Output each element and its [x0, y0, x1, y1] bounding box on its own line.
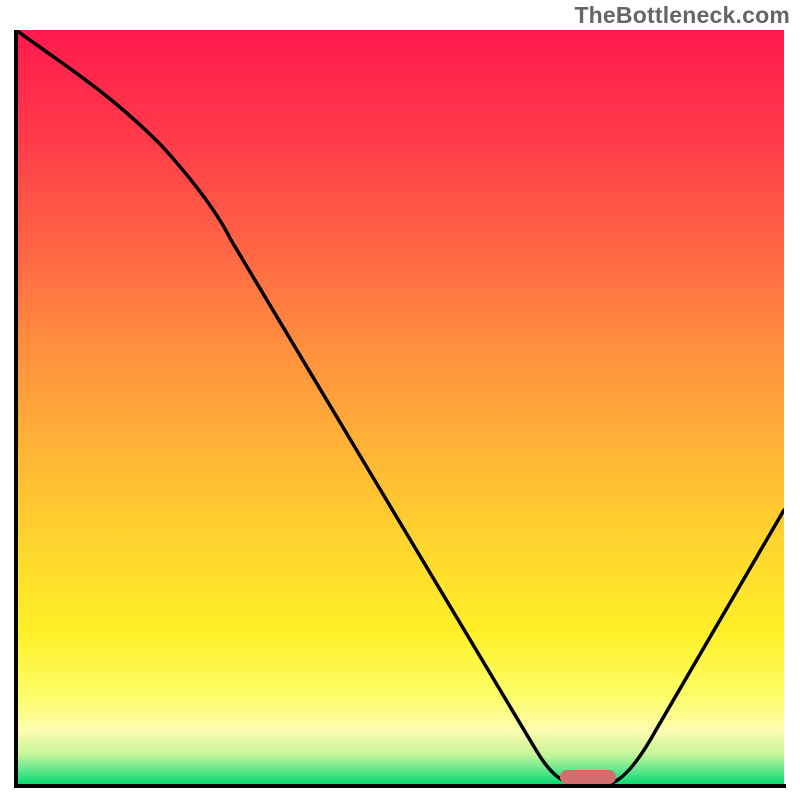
- watermark-text: TheBottleneck.com: [574, 2, 790, 29]
- chart-container: TheBottleneck.com: [0, 0, 800, 800]
- plot-background-gradient: [16, 30, 784, 784]
- optimal-range-marker: [560, 770, 616, 784]
